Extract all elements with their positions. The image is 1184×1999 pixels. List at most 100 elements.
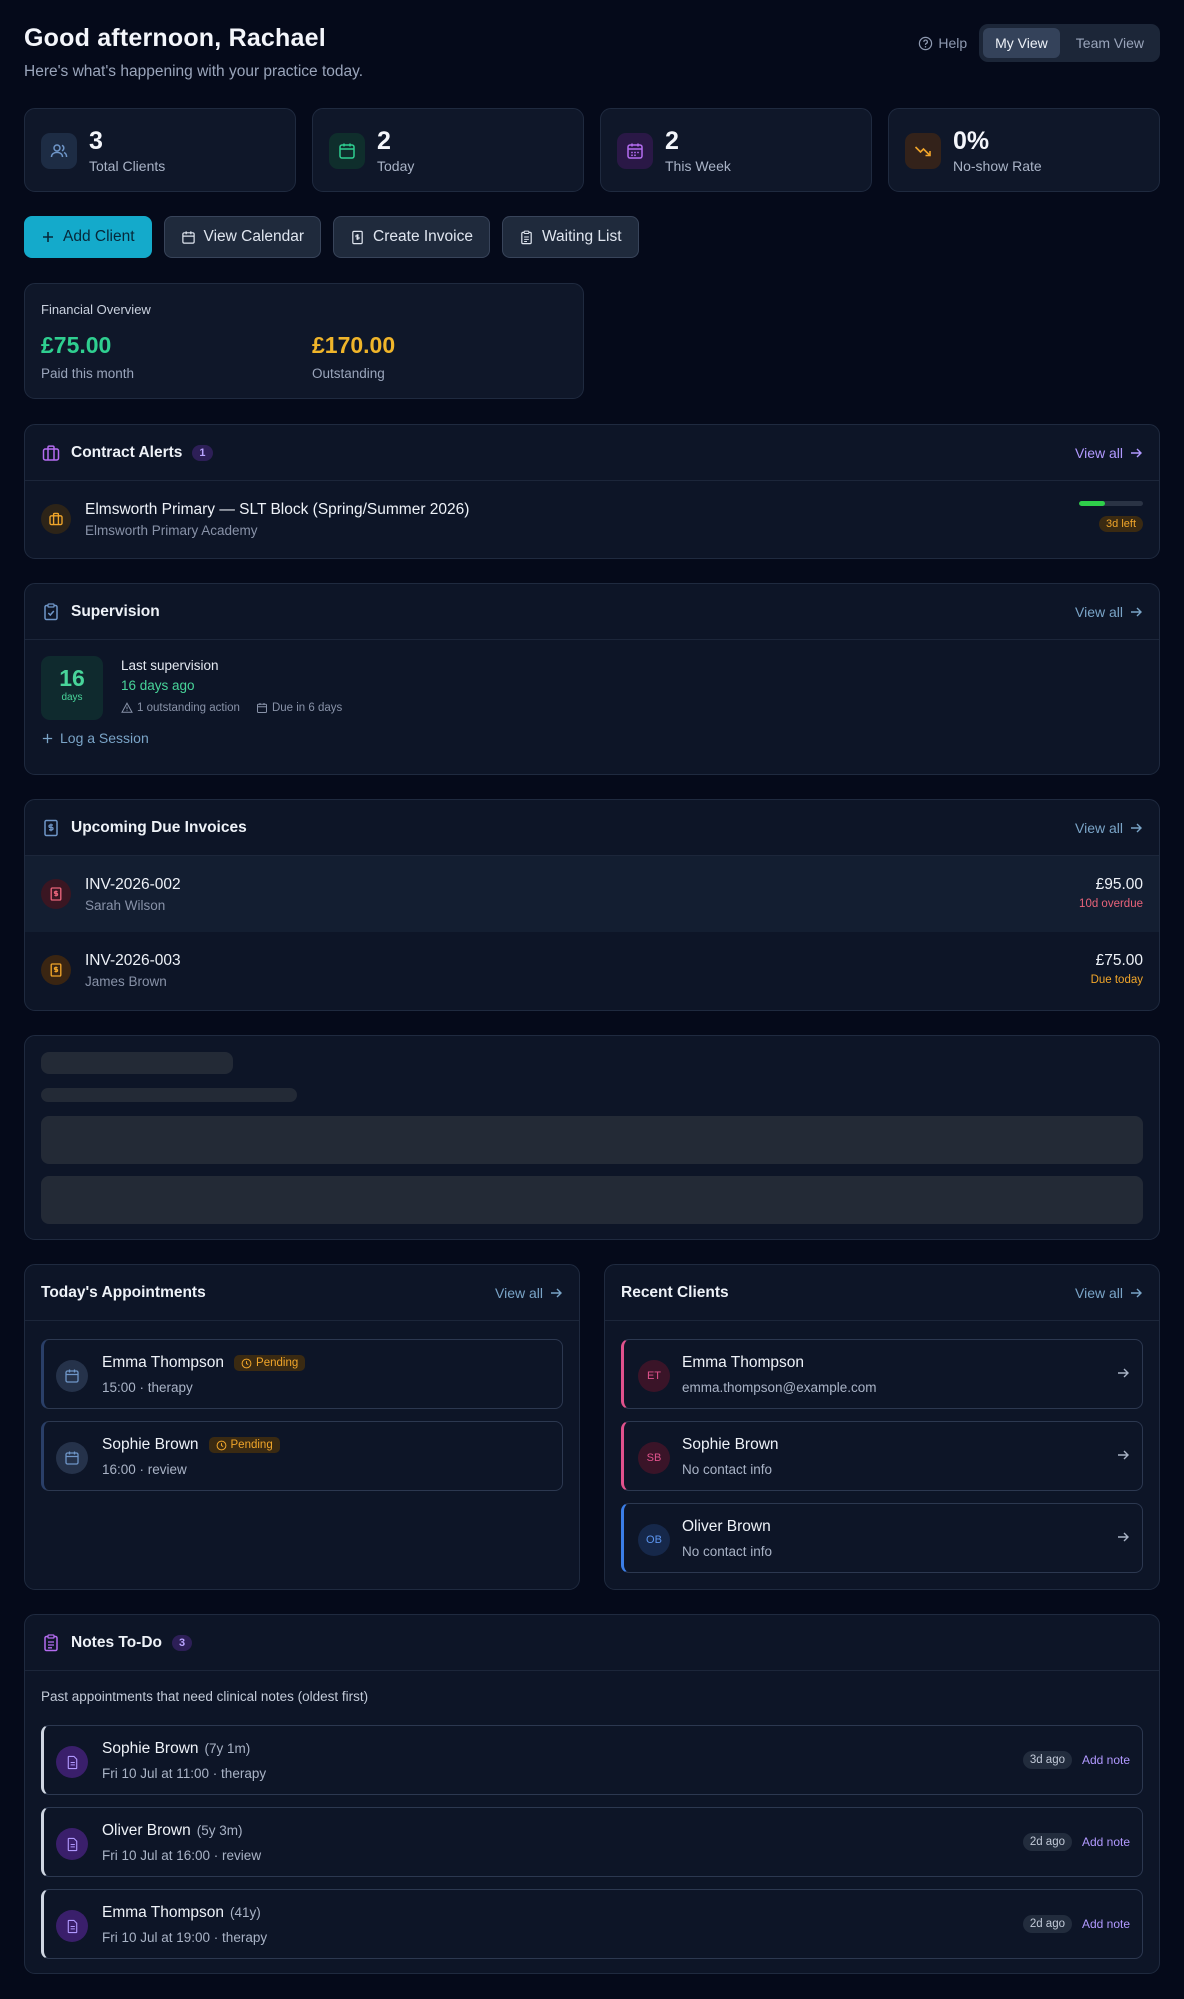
outstanding-actions: 1 outstanding action (121, 702, 240, 714)
add-note-button[interactable]: Add note (1082, 1753, 1130, 1767)
financial-title: Financial Overview (41, 302, 151, 317)
note-client-name: Sophie Brown (102, 1740, 199, 1757)
supervision-card: Supervision View all 16 days Last superv… (24, 583, 1160, 775)
clipboard-check-icon (44, 602, 58, 620)
view-calendar-button[interactable]: View Calendar (163, 216, 322, 258)
my-view-button[interactable]: My View (983, 28, 1060, 58)
briefcase-icon (42, 444, 60, 461)
warning-icon (121, 702, 133, 713)
view-all-link[interactable]: View all (1075, 584, 1143, 640)
invoice-icon (44, 819, 58, 836)
appointment-item[interactable]: Sophie Brown Pending 16:00 · review (41, 1421, 563, 1491)
view-all-link[interactable]: View all (1075, 1265, 1143, 1321)
stat-label: Total Clients (89, 158, 166, 174)
note-client-name: Oliver Brown (102, 1822, 191, 1839)
stat-card-today[interactable]: 2 Today (312, 108, 584, 192)
file-text-icon (56, 1828, 88, 1860)
contract-title: Elmsworth Primary — SLT Block (Spring/Su… (85, 500, 470, 518)
time-ago-badge: 2d ago (1022, 1833, 1072, 1851)
arrow-right-icon (1118, 1368, 1129, 1378)
view-all-link[interactable]: View all (1075, 800, 1143, 856)
days-unit: days (61, 692, 83, 703)
last-supervision-label: Last supervision (121, 658, 219, 673)
clipboard-icon (44, 1633, 58, 1651)
view-all-label: View all (1075, 820, 1123, 836)
skeleton-subtitle (41, 1088, 297, 1102)
financial-overview-card: Financial Overview £75.00 Paid this mont… (24, 283, 584, 399)
stat-card-no-show-rate[interactable]: 0% No-show Rate (888, 108, 1160, 192)
stat-card-this-week[interactable]: 2 This Week (600, 108, 872, 192)
briefcase-icon (41, 504, 71, 534)
invoice-amount: £95.00 (1095, 876, 1143, 893)
card-title: Supervision (71, 602, 160, 620)
outstanding-label: 1 outstanding action (137, 702, 240, 714)
contract-organisation: Elmsworth Primary Academy (85, 522, 258, 538)
outstanding-label: Outstanding (312, 366, 385, 381)
create-invoice-button[interactable]: Create Invoice (333, 216, 490, 258)
plus-icon (43, 232, 53, 242)
card-title: Contract Alerts (71, 443, 183, 461)
invoice-row[interactable]: INV-2026-003 James Brown £75.00 Due toda… (25, 932, 1159, 1008)
note-todo-item[interactable]: Emma Thompson (41y) Fri 10 Jul at 19:00 ·… (41, 1889, 1143, 1959)
stat-value: 0% (953, 127, 990, 155)
time-ago-badge: 2d ago (1022, 1915, 1072, 1933)
client-age: (41y) (230, 1905, 261, 1920)
last-supervision-ago: 16 days ago (121, 678, 195, 693)
stat-value: 2 (377, 127, 391, 155)
status-badge: Pending (234, 1355, 306, 1371)
avatar: OB (638, 1524, 670, 1556)
arrow-right-icon (1131, 823, 1142, 833)
notes-count-badge: 3 (171, 1634, 193, 1651)
view-all-label: View all (1075, 1285, 1123, 1301)
team-view-button[interactable]: Team View (1064, 28, 1156, 58)
card-title: Upcoming Due Invoices (71, 818, 247, 836)
calendar-icon (56, 1442, 88, 1474)
invoice-icon (41, 879, 71, 909)
plus-icon (42, 733, 53, 743)
appointment-item[interactable]: Emma Thompson Pending 15:00 · therapy (41, 1339, 563, 1409)
clipboard-list-icon (521, 230, 532, 244)
days-since-supervision: 16 days (41, 656, 103, 720)
waiting-list-label: Waiting List (542, 228, 622, 245)
invoice-client: James Brown (85, 973, 167, 989)
recent-clients-card: Recent Clients View all ET Emma Thompson… (604, 1264, 1160, 1590)
client-item[interactable]: ET Emma Thompson emma.thompson@example.c… (621, 1339, 1143, 1409)
stat-card-total-clients[interactable]: 3 Total Clients (24, 108, 296, 192)
upcoming-invoices-card: Upcoming Due Invoices View all INV-2026-… (24, 799, 1160, 1011)
client-name: Sophie Brown (682, 1436, 779, 1453)
log-session-label: Log a Session (60, 730, 149, 746)
view-toggle: My View Team View (979, 24, 1160, 62)
note-appointment-time: Fri 10 Jul at 16:00 · review (102, 1848, 262, 1863)
waiting-list-button[interactable]: Waiting List (502, 216, 639, 258)
invoice-row[interactable]: INV-2026-002 Sarah Wilson £95.00 10d ove… (25, 856, 1159, 932)
client-item[interactable]: OB Oliver Brown No contact info (621, 1503, 1143, 1573)
appointment-time: 15:00 · therapy (102, 1380, 193, 1395)
alert-count-badge: 1 (192, 444, 213, 461)
add-client-button[interactable]: Add Client (24, 216, 152, 258)
note-todo-item[interactable]: Oliver Brown (5y 3m) Fri 10 Jul at 16:00 … (41, 1807, 1143, 1877)
note-todo-item[interactable]: Sophie Brown (7y 1m) Fri 10 Jul at 11:00 … (41, 1725, 1143, 1795)
todays-appointments-card: Today's Appointments View all Emma Thomp… (24, 1264, 580, 1590)
view-calendar-label: View Calendar (203, 228, 305, 245)
appointment-client-name: Emma Thompson (102, 1354, 225, 1371)
add-note-button[interactable]: Add note (1082, 1917, 1130, 1931)
avatar: ET (638, 1360, 670, 1392)
log-session-button[interactable]: Log a Session (41, 730, 149, 746)
view-all-link[interactable]: View all (495, 1265, 563, 1321)
skeleton-row (41, 1176, 1143, 1224)
file-text-icon (56, 1910, 88, 1942)
invoice-status: Due today (1090, 974, 1143, 986)
client-contact: emma.thompson@example.com (682, 1380, 877, 1395)
card-title: Recent Clients (621, 1283, 729, 1301)
contract-progress-bar (1079, 501, 1143, 506)
invoice-icon (41, 955, 71, 985)
client-item[interactable]: SB Sophie Brown No contact info (621, 1421, 1143, 1491)
arrow-right-icon (1118, 1450, 1129, 1460)
add-note-button[interactable]: Add note (1082, 1835, 1130, 1849)
status-label: Pending (256, 1357, 299, 1369)
help-link[interactable]: Help (918, 35, 967, 51)
view-all-link[interactable]: View all (1075, 425, 1143, 481)
paid-label: Paid this month (41, 366, 135, 381)
contract-alert-item[interactable]: Elmsworth Primary — SLT Block (Spring/Su… (25, 481, 1159, 557)
client-age: (5y 3m) (196, 1823, 243, 1838)
